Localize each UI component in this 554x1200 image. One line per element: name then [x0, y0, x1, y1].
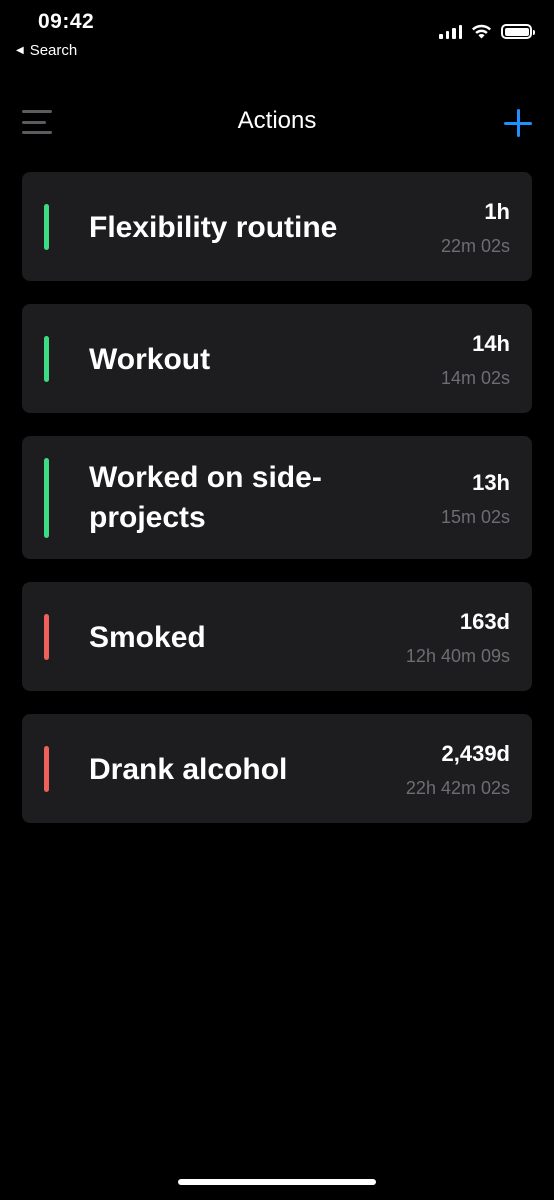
action-elapsed-primary: 163d	[459, 609, 510, 634]
action-title: Flexibility routine	[89, 211, 338, 244]
action-elapsed-primary: 2,439d	[441, 741, 511, 766]
action-title: Worked on side-projects	[89, 461, 322, 534]
action-card-side-projects[interactable]: Worked on side-projects 13h 15m 02s	[22, 436, 532, 559]
action-card-flexibility-routine[interactable]: Flexibility routine 1h 22m 02s	[22, 172, 532, 281]
action-elapsed-primary: 13h	[472, 470, 510, 495]
back-search-label: Search	[29, 42, 78, 59]
back-to-search-link[interactable]: ◀ Search	[16, 42, 77, 59]
action-elapsed-secondary: 22h 42m 02s	[405, 778, 510, 798]
battery-icon	[501, 24, 535, 39]
action-elapsed-primary: 14h	[472, 331, 510, 356]
action-elapsed-secondary: 15m 02s	[440, 507, 510, 527]
action-elapsed-secondary: 14m 02s	[440, 368, 510, 388]
status-icons	[439, 24, 535, 39]
status-indicator	[44, 458, 49, 538]
status-bar: 09:42 ◀ Search	[0, 0, 554, 70]
wifi-icon	[472, 24, 491, 39]
back-triangle-icon: ◀	[16, 45, 24, 56]
cellular-signal-icon	[439, 24, 462, 39]
status-indicator	[44, 614, 49, 660]
action-title: Smoked	[89, 621, 206, 654]
action-elapsed-secondary: 22m 02s	[440, 236, 510, 256]
app-screen: 09:42 ◀ Search Actions Flexibility routi…	[0, 0, 554, 1200]
action-elapsed-secondary: 12h 40m 09s	[405, 646, 510, 666]
status-time: 09:42	[38, 10, 95, 33]
action-title: Workout	[89, 343, 211, 376]
page-title: Actions	[237, 107, 317, 134]
action-title: Drank alcohol	[89, 753, 288, 786]
status-indicator	[44, 336, 49, 382]
add-action-button[interactable]	[504, 109, 532, 137]
home-indicator[interactable]	[178, 1179, 376, 1185]
status-indicator	[44, 204, 49, 250]
action-card-workout[interactable]: Workout 14h 14m 02s	[22, 304, 532, 413]
action-elapsed-primary: 1h	[484, 199, 510, 224]
action-card-smoked[interactable]: Smoked 163d 12h 40m 09s	[22, 582, 532, 691]
action-card-drank-alcohol[interactable]: Drank alcohol 2,439d 22h 42m 02s	[22, 714, 532, 823]
nav-bar: Actions	[0, 95, 554, 151]
status-indicator	[44, 746, 49, 792]
